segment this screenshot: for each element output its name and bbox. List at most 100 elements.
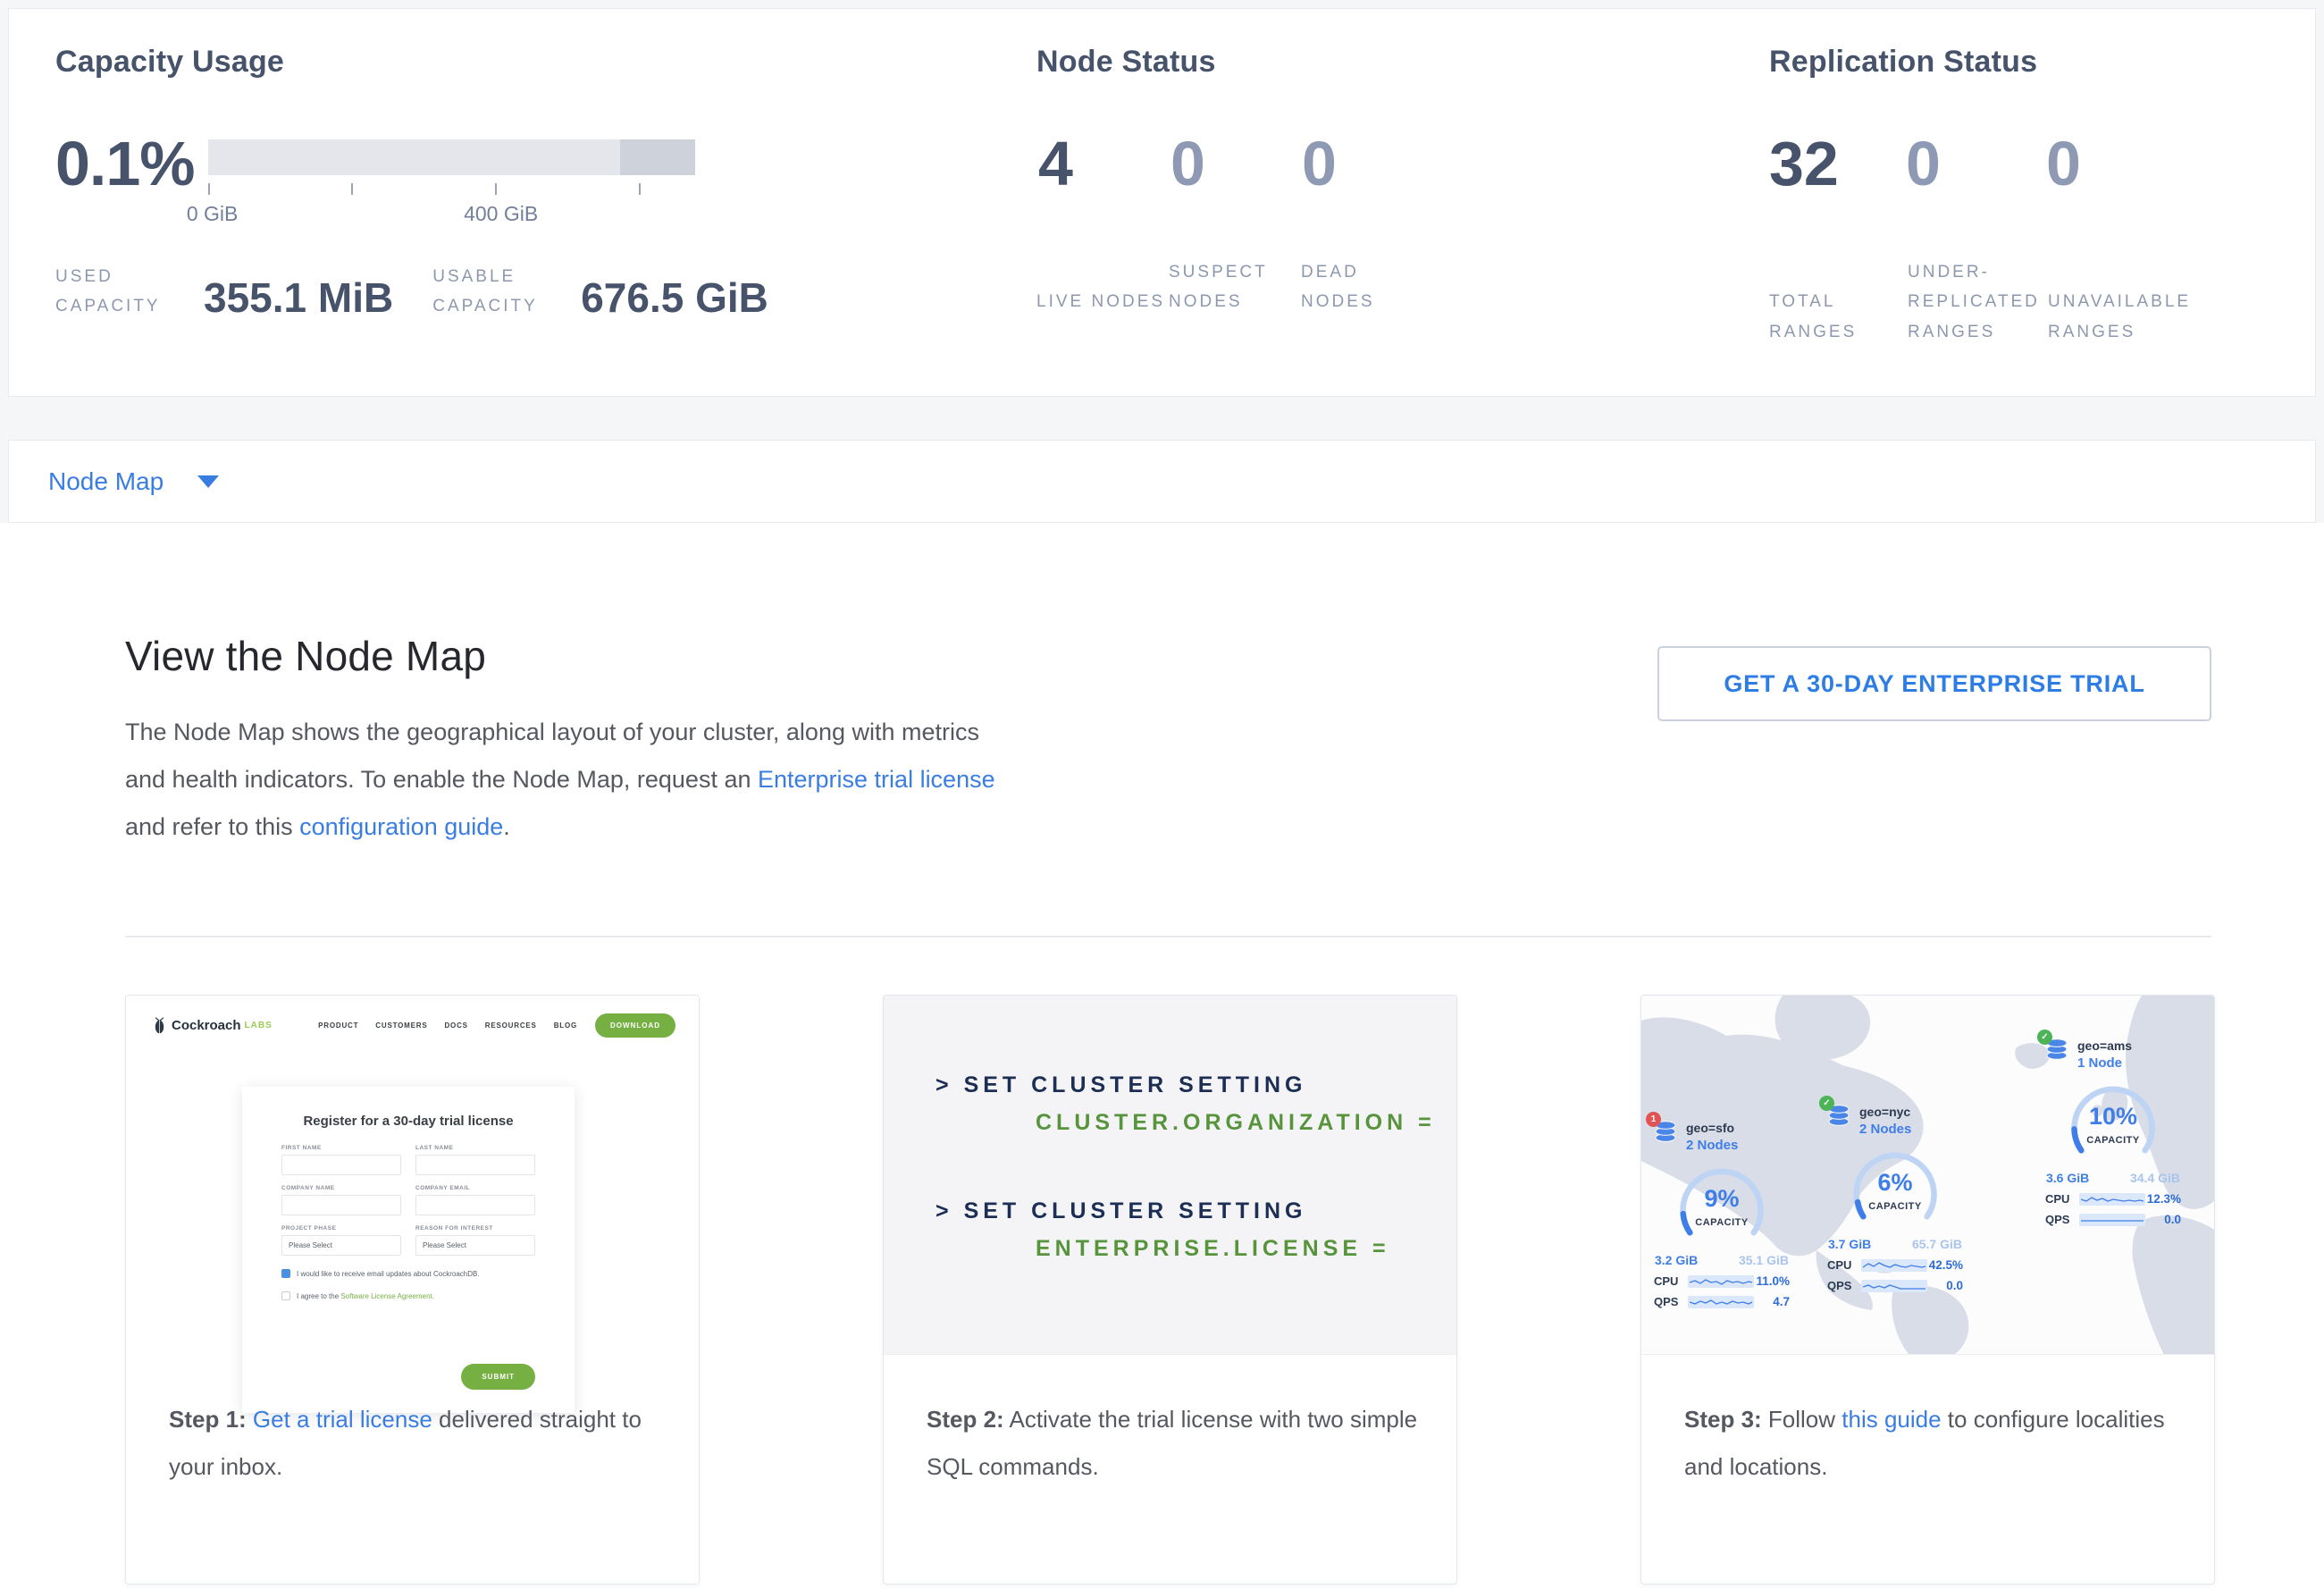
- site-nav: PRODUCT CUSTOMERS DOCS RESOURCES BLOG: [318, 1022, 577, 1030]
- step2-card: > SET CLUSTER SETTING CLUSTER.ORGANIZATI…: [883, 995, 1457, 1585]
- used-capacity-label: USED CAPACITY: [55, 262, 191, 322]
- capacity-usage-title: Capacity Usage: [55, 45, 284, 80]
- qps-label: QPS: [1827, 1279, 1861, 1292]
- capacity-gauge: 9% CAPACITY: [1672, 1162, 1772, 1251]
- sql-setting-organization: CLUSTER.ORGANIZATION =: [1036, 1110, 1456, 1136]
- total-ranges-value: 32: [1769, 134, 1839, 194]
- cpu-value: 11.0%: [1756, 1274, 1790, 1288]
- qps-value: 0.0: [2164, 1213, 2181, 1226]
- map-cluster-ams: ✓ geo=ams 1 Node 10% CAPACITY: [2045, 1038, 2181, 1226]
- map-cluster-nyc: ✓ geo=nyc 2 Nodes 6% CAPACITY: [1827, 1105, 1963, 1292]
- cluster-used-capacity: 3.2 GiB: [1655, 1253, 1698, 1267]
- site-logo-suffix: LABS: [245, 1021, 273, 1030]
- error-badge: 1: [1646, 1112, 1661, 1127]
- node-map-enterprise-section: View the Node Map The Node Map shows the…: [0, 523, 2324, 1589]
- cluster-total-capacity: 34.4 GiB: [2130, 1171, 2180, 1185]
- this-guide-link[interactable]: this guide: [1842, 1406, 1941, 1433]
- cpu-value: 12.3%: [2147, 1192, 2181, 1206]
- capacity-bar-segment: [620, 139, 695, 175]
- gauge-percent: 10%: [2063, 1103, 2163, 1131]
- trial-register-form: Register for a 30-day trial license FIRS…: [242, 1087, 575, 1413]
- site-download-button: DOWNLOAD: [595, 1013, 675, 1038]
- license-agreement-text: I agree to the: [297, 1292, 340, 1300]
- under-replicated-ranges-value: 0: [1906, 134, 1941, 194]
- axis-tick: [639, 183, 641, 195]
- dead-nodes-label: DEAD NODES: [1301, 257, 1433, 317]
- site-logo-name: Cockroach: [172, 1018, 241, 1033]
- db-stack-icon: ✓: [2045, 1038, 2068, 1064]
- enterprise-trial-button[interactable]: GET A 30-DAY ENTERPRISE TRIAL: [1657, 646, 2211, 721]
- site-nav-item: BLOG: [554, 1022, 577, 1030]
- form-title: Register for a 30-day trial license: [281, 1114, 535, 1129]
- get-trial-license-link[interactable]: Get a trial license: [253, 1406, 432, 1433]
- gauge-capacity-label: CAPACITY: [1672, 1217, 1772, 1228]
- license-agreement-checkbox: [281, 1291, 290, 1300]
- intro-text: .: [503, 813, 510, 840]
- last-name-field: [415, 1155, 535, 1175]
- gauge-percent: 9%: [1672, 1185, 1772, 1213]
- qps-sparkline: [1861, 1280, 1927, 1292]
- axis-tick-label: 400 GiB: [464, 202, 538, 226]
- cpu-value: 42.5%: [1929, 1258, 1963, 1272]
- form-submit-button: SUBMIT: [461, 1364, 535, 1390]
- sql-statement: SET CLUSTER SETTING: [964, 1072, 1307, 1097]
- last-name-label: LAST NAME: [415, 1145, 535, 1151]
- license-agreement-label: I agree to the Software License Agreemen…: [297, 1292, 434, 1300]
- node-map-dropdown[interactable]: Node Map: [8, 440, 2316, 523]
- company-name-field: [281, 1195, 401, 1215]
- reason-select: Please Select: [415, 1235, 535, 1256]
- project-phase-select: Please Select: [281, 1235, 401, 1256]
- used-capacity-value: 355.1 MiB: [204, 277, 393, 318]
- live-nodes-value: 4: [1038, 134, 1073, 194]
- unavailable-ranges-label: UNAVAILABLE RANGES: [2048, 287, 2227, 347]
- reason-label: REASON FOR INTEREST: [415, 1225, 535, 1232]
- node-status-section: Node Status 4 0 0 LIVE NODES SUSPECT NOD…: [1036, 9, 1769, 396]
- cpu-sparkline: [1688, 1275, 1754, 1288]
- axis-tick: [351, 183, 353, 195]
- intro-text: and refer to this: [125, 813, 299, 840]
- steps-row: Cockroach LABS PRODUCT CUSTOMERS DOCS RE…: [125, 995, 2215, 1585]
- company-name-label: COMPANY NAME: [281, 1185, 401, 1191]
- enterprise-trial-license-link[interactable]: Enterprise trial license: [758, 766, 995, 793]
- cluster-used-capacity: 3.7 GiB: [1828, 1237, 1871, 1251]
- gauge-capacity-label: CAPACITY: [1845, 1201, 1945, 1212]
- qps-label: QPS: [2045, 1213, 2079, 1226]
- gauge-capacity-label: CAPACITY: [2063, 1135, 2163, 1146]
- company-email-field: [415, 1195, 535, 1215]
- sql-statement: SET CLUSTER SETTING: [964, 1198, 1307, 1223]
- first-name-field: [281, 1155, 401, 1175]
- sql-prompt: >: [935, 1198, 953, 1223]
- email-updates-label: I would like to receive email updates ab…: [297, 1270, 480, 1278]
- cluster-name: geo=sfo: [1686, 1121, 1738, 1135]
- sql-code-snippet: > SET CLUSTER SETTING CLUSTER.ORGANIZATI…: [884, 996, 1456, 1355]
- qps-value: 0.0: [1946, 1279, 1963, 1292]
- ok-badge: ✓: [1819, 1096, 1834, 1111]
- dead-nodes-value: 0: [1302, 134, 1337, 194]
- site-nav-item: PRODUCT: [318, 1022, 358, 1030]
- step2-caption: Step 2: Activate the trial license with …: [927, 1396, 1431, 1491]
- first-name-label: FIRST NAME: [281, 1145, 401, 1151]
- replication-status-section: Replication Status 32 0 0 TOTAL RANGES U…: [1769, 9, 2314, 396]
- page-title: View the Node Map: [125, 632, 486, 680]
- site-nav-item: DOCS: [444, 1022, 467, 1030]
- sql-line: > SET CLUSTER SETTING: [935, 1198, 1456, 1224]
- cpu-label: CPU: [1827, 1258, 1861, 1272]
- configuration-guide-link[interactable]: configuration guide: [299, 813, 503, 840]
- cluster-used-capacity: 3.6 GiB: [2046, 1171, 2089, 1185]
- qps-label: QPS: [1654, 1295, 1688, 1308]
- cpu-sparkline: [1861, 1259, 1927, 1272]
- step3-card: 1 geo=sfo 2 Nodes 9% CAPACITY: [1640, 995, 2215, 1585]
- capacity-bar: 0 GiB 400 GiB: [208, 139, 695, 194]
- node-map-dropdown-label[interactable]: Node Map: [48, 467, 164, 496]
- axis-tick: [208, 183, 210, 195]
- cluster-total-capacity: 65.7 GiB: [1912, 1237, 1962, 1251]
- replication-status-title: Replication Status: [1769, 45, 2037, 80]
- cluster-node-count: 2 Nodes: [1686, 1138, 1738, 1153]
- registration-screenshot: Cockroach LABS PRODUCT CUSTOMERS DOCS RE…: [126, 996, 699, 1584]
- qps-sparkline: [1688, 1296, 1754, 1308]
- qps-value: 4.7: [1773, 1295, 1790, 1308]
- db-stack-icon: 1: [1654, 1121, 1677, 1147]
- cpu-label: CPU: [1654, 1274, 1688, 1288]
- section-divider: [125, 936, 2211, 937]
- node-map-preview: 1 geo=sfo 2 Nodes 9% CAPACITY: [1641, 996, 2214, 1355]
